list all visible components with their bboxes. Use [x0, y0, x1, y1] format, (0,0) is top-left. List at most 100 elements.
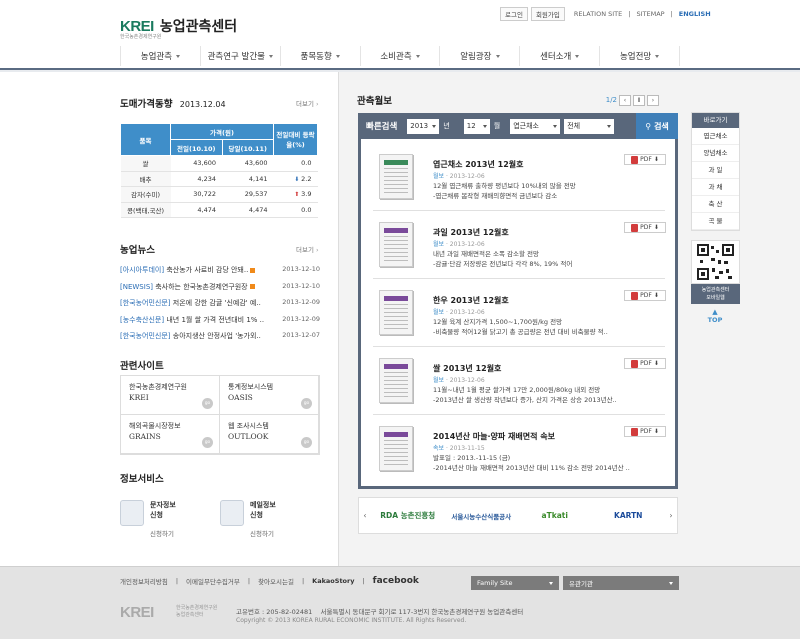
search-button[interactable]: ⚲ 검색 [636, 113, 678, 139]
banner-logo-rda[interactable]: RDA 농촌진흥청 [371, 510, 445, 521]
report-item[interactable]: 엽근채소 2013년 12월호 월보 · 2013-12-06 12월 엽근채류 출… [373, 147, 666, 211]
login-button[interactable]: 로그인 [500, 7, 528, 21]
pdf-label: PDF [640, 428, 652, 435]
price-prev: 4,474 [170, 202, 222, 218]
join-button[interactable]: 회원가입 [530, 7, 565, 21]
relation-site-link[interactable]: RELATION SITE [574, 10, 622, 18]
nav-item-about[interactable]: 센터소개 [520, 46, 601, 66]
pdf-download-button[interactable]: PDF ⬇ [624, 222, 666, 233]
english-link[interactable]: ENGLISH [679, 10, 711, 18]
news-item[interactable]: [농수축산신문] 내년 1월 쌀 가격 전년대비 1% .. 2013-12-09 [120, 315, 320, 325]
sms-service[interactable]: 문자정보 신청 신청하기 [120, 497, 220, 542]
report-item[interactable]: 한우 2013년 12월호 월보 · 2013-12-06 12월 육계 산지가격 … [373, 283, 666, 347]
banner-prev-icon[interactable]: ‹ [359, 511, 371, 520]
news-source: [아시아투데이] [120, 266, 165, 274]
quick-search-label: 빠른검색 [366, 122, 398, 132]
sms-apply-link[interactable]: 신청하기 [150, 528, 176, 538]
nav-label: 품목동향 [300, 52, 332, 62]
quick-link-item[interactable]: 곡 물 [692, 213, 739, 230]
nav-label: 알림광장 [460, 52, 492, 62]
report-title[interactable]: 한우 2013년 12월호 [433, 295, 509, 306]
related-sites-grid: 한국농촌경제연구원 KREI go 통계정보시스템 OASIS go 해외곡물시장정보 G… [120, 375, 320, 455]
sitemap-link[interactable]: SITEMAP [636, 10, 664, 18]
prev-page-icon[interactable]: ‹ [619, 94, 631, 106]
facebook-link[interactable]: facebook [373, 576, 419, 586]
news-date: 2013-12-10 [282, 265, 320, 273]
month-unit: 월 [493, 122, 501, 130]
report-title[interactable]: 과일 2013년 12월호 [433, 227, 509, 238]
nav-item-consumption[interactable]: 소비관측 [361, 46, 441, 66]
top-button[interactable]: ▲ TOP [700, 308, 730, 324]
chevron-down-icon [335, 54, 340, 58]
related-section-title: 관련사이트 [120, 361, 164, 372]
nav-item-observation[interactable]: 농업관측 [120, 46, 201, 66]
related-site-grains[interactable]: 해외곡물시장정보 GRAINS go [121, 415, 220, 454]
report-thumbnail[interactable] [379, 222, 413, 267]
quick-link-item[interactable]: 엽근채소 [692, 128, 739, 145]
nav-item-outlook[interactable]: 농업전망 [600, 46, 681, 66]
nav-item-publications[interactable]: 관측연구 발간물 [201, 46, 281, 66]
banner-logo-kartn[interactable]: KARTN [592, 511, 666, 520]
report-item[interactable]: 쌀 2013년 12월호 월보 · 2013-12-06 11월~내년 1월 평균 … [373, 351, 666, 415]
price-more-link[interactable]: 더보기 [296, 98, 319, 108]
report-thumbnail[interactable] [379, 358, 413, 403]
news-item[interactable]: [한국농어민신문] 저온에 강한 감귤 '신예감' 예.. 2013-12-09 [120, 298, 320, 308]
report-title[interactable]: 2014년산 마늘·양파 재배면적 속보 [433, 431, 555, 442]
site-logo[interactable]: KREI 한국농촌경제연구원 농업관측센터 [120, 16, 237, 41]
nav-item-item-trends[interactable]: 품목동향 [281, 46, 361, 66]
new-badge-icon [249, 284, 255, 289]
mail-apply-link[interactable]: 신청하기 [250, 528, 276, 538]
quick-link-item[interactable]: 양념채소 [692, 145, 739, 162]
report-thumbnail[interactable] [379, 290, 413, 335]
banner-logo-seoul[interactable]: 서울시농수산식품공사 [445, 511, 519, 521]
qr-code[interactable] [691, 240, 740, 284]
pause-icon[interactable]: Ⅱ [633, 94, 645, 106]
report-item[interactable]: 과일 2013년 12월호 월보 · 2013-12-06 내년 과일 재배면적은 … [373, 215, 666, 279]
report-item[interactable]: 2014년산 마늘·양파 재배면적 속보 속보 · 2013-11-15 발표일 :… [373, 419, 666, 483]
site-name-en: OASIS [228, 393, 253, 402]
price-item: 감자(수미) [120, 186, 171, 203]
pdf-download-button[interactable]: PDF ⬇ [624, 154, 666, 165]
nav-label: 관측연구 발간물 [207, 52, 266, 62]
site-name: 웹 조사시스템 [228, 422, 269, 430]
email-refusal-link[interactable]: 이메일무단수집거부 [186, 576, 240, 586]
directions-link[interactable]: 찾아오시는길 [258, 576, 294, 586]
report-summary-line: 12월 육계 산지가격 1,500~1,700원/kg 전망 [433, 318, 563, 326]
report-title[interactable]: 쌀 2013년 12월호 [433, 363, 501, 374]
banner-logo-at[interactable]: aTkati [518, 511, 592, 520]
partner-banner: ‹ RDA 농촌진흥청 서울시농수산식품공사 aTkati KARTN › [358, 497, 678, 534]
quick-link-item[interactable]: 과 채 [692, 179, 739, 196]
news-item[interactable]: [NEWSIS] 축사하는 한국농촌경제연구원장 2013-12-10 [120, 282, 320, 292]
kind-select[interactable]: 전체 [564, 118, 615, 134]
quick-link-item[interactable]: 축 산 [692, 196, 739, 213]
news-more-link[interactable]: 더보기 [296, 244, 319, 254]
news-item[interactable]: [한국농어민신문] 송아지생산 안정사업 '농가외.. 2013-12-07 [120, 331, 320, 341]
pdf-download-button[interactable]: PDF ⬇ [624, 426, 666, 437]
next-page-icon[interactable]: › [647, 94, 659, 106]
news-item[interactable]: [아시아투데이] 축산농가 사료비 감당 안돼.. 2013-12-10 [120, 265, 320, 275]
year-select[interactable]: 2013 [407, 118, 440, 134]
report-thumbnail[interactable] [379, 426, 413, 471]
pdf-download-button[interactable]: PDF ⬇ [624, 290, 666, 301]
price-item: 쌀 [120, 155, 171, 172]
pdf-download-button[interactable]: PDF ⬇ [624, 358, 666, 369]
nav-item-notice[interactable]: 알림광장 [440, 46, 521, 66]
report-thumbnail[interactable] [379, 154, 413, 199]
category-select[interactable]: 엽근채소 [510, 118, 561, 134]
related-site-outlook[interactable]: 웹 조사시스템 OUTLOOK go [220, 415, 319, 454]
banner-next-icon[interactable]: › [665, 511, 677, 520]
kakaostory-link[interactable]: KakaoStory [312, 577, 354, 585]
krei-logo-subtext: 한국농촌경제연구원 [120, 34, 162, 40]
mail-service[interactable]: 메일정보 신청 신청하기 [220, 497, 320, 542]
year-value: 2013 [410, 122, 429, 130]
quick-link-item[interactable]: 과 일 [692, 162, 739, 179]
privacy-policy-link[interactable]: 개인정보처리방침 [120, 576, 168, 586]
report-title[interactable]: 엽근채소 2013년 12월호 [433, 159, 524, 170]
related-site-krei[interactable]: 한국농촌경제연구원 KREI go [121, 376, 220, 415]
family-site-select[interactable]: Family Site [471, 576, 559, 590]
month-select[interactable]: 12 [463, 118, 490, 134]
col-header-price: 가격(원) [170, 123, 274, 140]
related-org-select[interactable]: 유관기관 [563, 576, 679, 590]
pdf-icon [631, 359, 639, 368]
related-site-oasis[interactable]: 통계정보시스템 OASIS go [220, 376, 319, 415]
